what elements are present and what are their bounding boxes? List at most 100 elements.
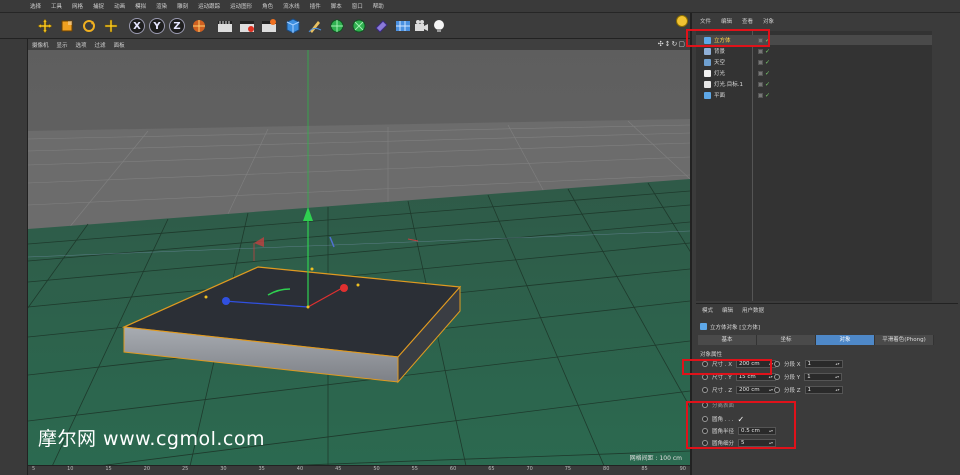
- menu-item[interactable]: 窗口: [352, 2, 363, 10]
- visibility-flag[interactable]: [758, 37, 763, 43]
- seg-z-field[interactable]: 1 ▴▾: [804, 386, 843, 394]
- menu-item[interactable]: 运动跟踪: [198, 2, 220, 10]
- spinner-icon[interactable]: ▴▾: [836, 361, 840, 367]
- object-row[interactable]: 天空 ✓: [696, 57, 932, 67]
- enabled-check-icon[interactable]: ✓: [765, 48, 770, 55]
- axis-z-button[interactable]: Z: [168, 17, 186, 35]
- seg-x-field[interactable]: 1 ▴▾: [804, 360, 843, 368]
- viewport-menu-item[interactable]: 显示: [57, 41, 68, 49]
- attributes-mode-tab[interactable]: 用户数据: [742, 306, 764, 314]
- spinner-icon[interactable]: ▴▾: [769, 387, 773, 393]
- viewport-menu-item[interactable]: 摄像机: [32, 41, 49, 49]
- object-row[interactable]: 灯光 ✓: [696, 68, 932, 78]
- rotate-tool-icon[interactable]: [80, 17, 98, 35]
- size-z-field[interactable]: 200 cm ▴▾: [736, 386, 777, 394]
- render-view-icon[interactable]: [216, 17, 234, 35]
- camera-icon[interactable]: [412, 17, 430, 35]
- enabled-check-icon[interactable]: ✓: [765, 70, 770, 77]
- render-picture-icon[interactable]: [238, 17, 256, 35]
- enabled-check-icon[interactable]: ✓: [765, 37, 770, 44]
- spinner-icon[interactable]: ▴▾: [769, 361, 773, 367]
- attributes-tab[interactable]: 对象: [816, 335, 875, 345]
- object-manager-tab[interactable]: 文件: [700, 17, 711, 25]
- object-row[interactable]: 灯光.目标.1 ✓: [696, 79, 932, 89]
- pen-icon[interactable]: [306, 17, 324, 35]
- visibility-flag[interactable]: [758, 70, 763, 76]
- separate-surfaces-radio[interactable]: [702, 402, 708, 408]
- viewport-nav-icons[interactable]: ✣↕↻▢: [658, 40, 686, 48]
- spinner-icon[interactable]: ▴▾: [836, 387, 840, 393]
- spinner-icon[interactable]: ▴▾: [769, 440, 773, 446]
- menu-item[interactable]: 模拟: [135, 2, 146, 10]
- menu-item[interactable]: 运动图形: [230, 2, 252, 10]
- menu-item[interactable]: 脚本: [331, 2, 342, 10]
- menu-item[interactable]: 帮助: [373, 2, 384, 10]
- attributes-tab[interactable]: 平滑着色(Phong): [875, 335, 934, 345]
- fillet-subdivision-radio[interactable]: [702, 440, 708, 446]
- seg-y-radio[interactable]: [774, 374, 780, 380]
- visibility-flag[interactable]: [758, 81, 763, 87]
- visibility-flag[interactable]: [758, 48, 763, 54]
- light-icon[interactable]: [430, 17, 448, 35]
- viewport-menu-item[interactable]: 面板: [114, 41, 125, 49]
- spinner-icon[interactable]: ▴▾: [769, 428, 773, 434]
- seg-x-radio[interactable]: [774, 361, 780, 367]
- timeline-ruler[interactable]: 5 10 15 20 25 30 35 40 45 50 55 60 65 70 75 80 85 90: [28, 465, 690, 475]
- size-y-radio[interactable]: [702, 374, 708, 380]
- menu-item[interactable]: 动画: [114, 2, 125, 10]
- visibility-flag[interactable]: [758, 92, 763, 98]
- move-tool-icon[interactable]: [36, 17, 54, 35]
- fillet-radio[interactable]: [702, 416, 708, 422]
- object-manager-tab[interactable]: 对象: [763, 17, 774, 25]
- enabled-check-icon[interactable]: ✓: [765, 59, 770, 66]
- menu-item[interactable]: 角色: [262, 2, 273, 10]
- menu-item[interactable]: 流水线: [283, 2, 300, 10]
- fillet-radius-radio[interactable]: [702, 428, 708, 434]
- object-row[interactable]: 平面 ✓: [696, 90, 932, 100]
- object-manager-tab[interactable]: 编辑: [721, 17, 732, 25]
- seg-y-field[interactable]: 1 ▴▾: [804, 373, 843, 381]
- enabled-check-icon[interactable]: ✓: [765, 92, 770, 99]
- size-x-field[interactable]: 200 cm ▴▾: [736, 360, 777, 368]
- viewport-menu-item[interactable]: 过滤: [95, 41, 106, 49]
- enabled-check-icon[interactable]: ✓: [765, 81, 770, 88]
- visibility-flag[interactable]: [758, 59, 763, 65]
- viewport[interactable]: 摄像机 显示 选项 过滤 面板 ✣↕↻▢ 摩尔网 www.cgmol.com 网格间距 …: [28, 39, 690, 475]
- size-y-field[interactable]: 15 cm ▴▾: [735, 373, 776, 381]
- object-row[interactable]: 立方体 ✓: [696, 35, 932, 45]
- attributes-mode-tab[interactable]: 编辑: [722, 306, 733, 314]
- edit-render-settings-icon[interactable]: [260, 17, 278, 35]
- menu-item[interactable]: 工具: [51, 2, 62, 10]
- deformer-icon[interactable]: [350, 17, 368, 35]
- menu-item[interactable]: 渲染: [156, 2, 167, 10]
- attributes-tab[interactable]: 坐标: [757, 335, 816, 345]
- spinner-icon[interactable]: ▴▾: [835, 374, 839, 380]
- attributes-tab[interactable]: 基本: [698, 335, 757, 345]
- menu-item[interactable]: 捕捉: [93, 2, 104, 10]
- scale-tool-icon[interactable]: [58, 17, 76, 35]
- attributes-mode-tab[interactable]: 模式: [702, 306, 713, 314]
- coordinate-system-icon[interactable]: [190, 17, 208, 35]
- object-manager-tab[interactable]: 查看: [742, 17, 753, 25]
- size-x-radio[interactable]: [702, 361, 708, 367]
- subdivision-icon[interactable]: [328, 17, 346, 35]
- spinner-icon[interactable]: ▴▾: [769, 374, 773, 380]
- size-z-radio[interactable]: [702, 387, 708, 393]
- fillet-radius-field[interactable]: 0.5 cm ▴▾: [738, 427, 777, 435]
- tag-icon[interactable]: [372, 17, 390, 35]
- menu-item[interactable]: 插件: [310, 2, 321, 10]
- cube-icon[interactable]: [284, 17, 302, 35]
- fillet-checkbox[interactable]: ✓: [738, 415, 745, 424]
- axis-y-button[interactable]: Y: [148, 17, 166, 35]
- render-bulb-icon[interactable]: [676, 15, 688, 27]
- environment-icon[interactable]: [394, 17, 412, 35]
- menu-item[interactable]: 选择: [30, 2, 41, 10]
- menu-item[interactable]: 网格: [72, 2, 83, 10]
- viewport-menu-item[interactable]: 选项: [76, 41, 87, 49]
- create-tool-icon[interactable]: [102, 17, 120, 35]
- menu-item[interactable]: 雕刻: [177, 2, 188, 10]
- seg-z-radio[interactable]: [774, 387, 780, 393]
- object-row[interactable]: 背景 ✓: [696, 46, 932, 56]
- axis-x-button[interactable]: X: [128, 17, 146, 35]
- fillet-subdivision-field[interactable]: 5 ▴▾: [738, 439, 777, 447]
